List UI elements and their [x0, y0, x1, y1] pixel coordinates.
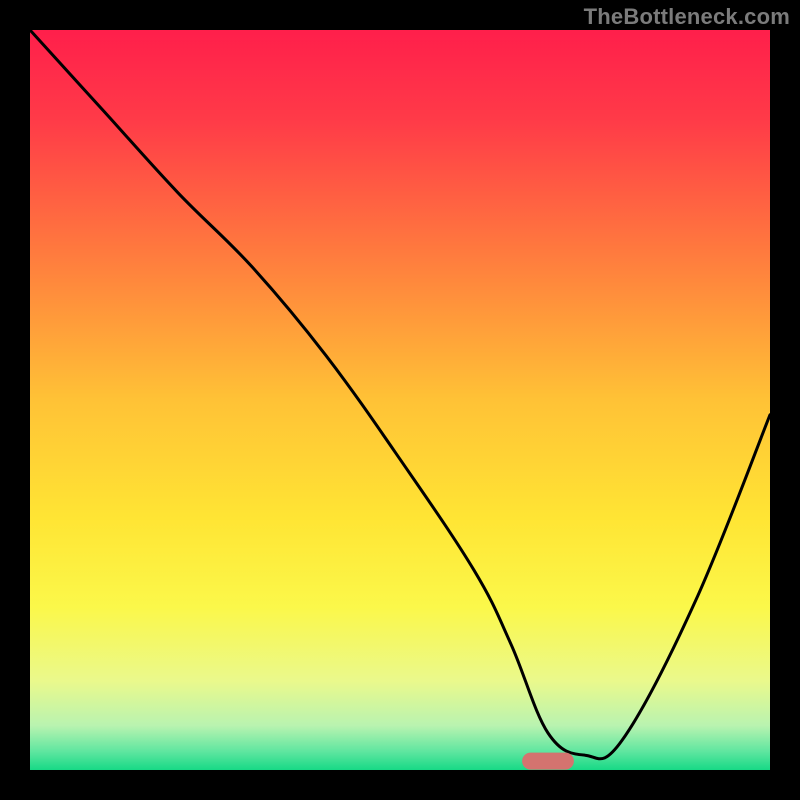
plot-background	[30, 30, 770, 770]
chart-frame: TheBottleneck.com	[0, 0, 800, 800]
bottleneck-chart	[0, 0, 800, 800]
watermark-text: TheBottleneck.com	[584, 4, 790, 30]
optimal-marker	[522, 753, 574, 770]
